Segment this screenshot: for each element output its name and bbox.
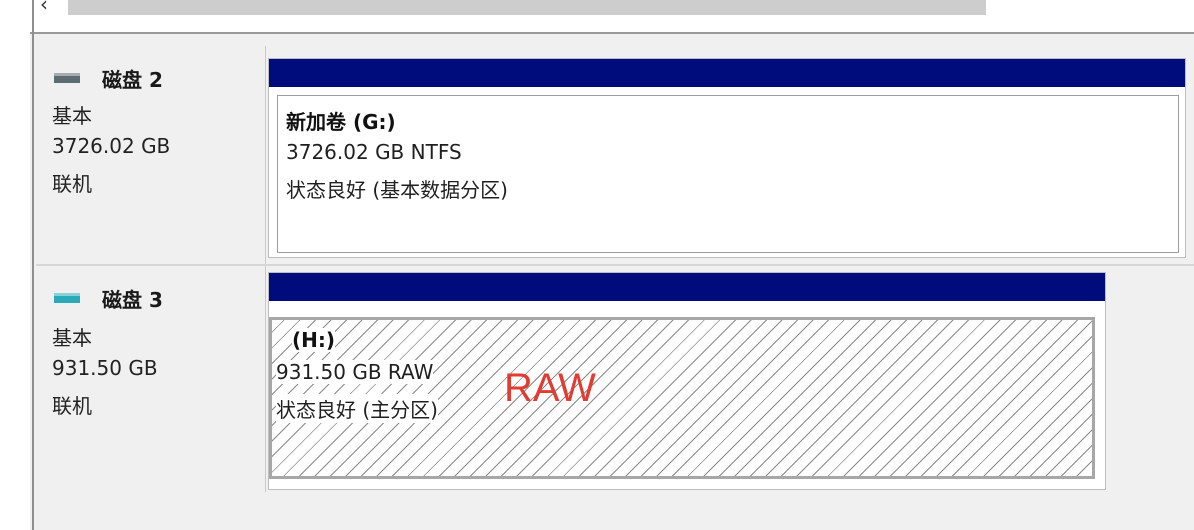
disk-type: 基本 — [52, 104, 92, 128]
disk-size: 931.50 GB — [52, 356, 158, 380]
volume-health: 状态良好 (主分区) — [276, 394, 438, 423]
disk-drive-icon — [54, 73, 80, 83]
disk-name: 磁盘 2 — [102, 67, 163, 92]
disk-info-panel[interactable]: 磁盘 2 基本 3726.02 GB 联机 — [36, 46, 266, 264]
disk-title: 磁盘 3 — [54, 284, 163, 312]
partition-header-bar — [269, 273, 1105, 301]
disk-type: 基本 — [52, 326, 92, 350]
partition-frame: (H:) 931.50 GB RAW 状态良好 (主分区) RAW — [268, 272, 1106, 490]
volume-h[interactable]: (H:) 931.50 GB RAW 状态良好 (主分区) RAW — [269, 317, 1095, 479]
pane-border — [32, 0, 34, 530]
disk-management-view: ‹ 磁盘 2 基本 3726.02 GB 联机 新加卷 (G:) 3726.02… — [0, 0, 1194, 530]
volume-health: 状态良好 (基本数据分区) — [286, 174, 508, 203]
disk-drive-icon — [54, 293, 80, 303]
volume-label: 新加卷 (G:) — [286, 106, 396, 135]
horizontal-scrollbar[interactable] — [68, 0, 986, 15]
raw-annotation: RAW — [504, 366, 596, 410]
disk-status: 联机 — [52, 394, 92, 418]
partition-header-bar — [269, 59, 1185, 87]
volume-size-fs: 3726.02 GB NTFS — [286, 140, 462, 164]
volume-g[interactable]: 新加卷 (G:) 3726.02 GB NTFS 状态良好 (基本数据分区) — [277, 95, 1179, 253]
disk-name: 磁盘 3 — [102, 287, 163, 312]
volume-size-fs: 931.50 GB RAW — [276, 360, 434, 384]
scroll-left-arrow-icon[interactable]: ‹ — [40, 0, 56, 14]
partition-frame: 新加卷 (G:) 3726.02 GB NTFS 状态良好 (基本数据分区) — [268, 58, 1186, 258]
disk-row-2[interactable]: 磁盘 2 基本 3726.02 GB 联机 新加卷 (G:) 3726.02 G… — [36, 46, 1194, 264]
volume-label: (H:) — [292, 328, 336, 352]
disk-row-3[interactable]: 磁盘 3 基本 931.50 GB 联机 (H:) 931.50 GB RAW … — [36, 266, 1194, 492]
top-scroll-area: ‹ — [0, 0, 1194, 32]
disk-title: 磁盘 2 — [54, 64, 163, 92]
disk-size: 3726.02 GB — [52, 134, 171, 158]
disk-status: 联机 — [52, 172, 92, 196]
disk-info-panel[interactable]: 磁盘 3 基本 931.50 GB 联机 — [36, 266, 266, 492]
